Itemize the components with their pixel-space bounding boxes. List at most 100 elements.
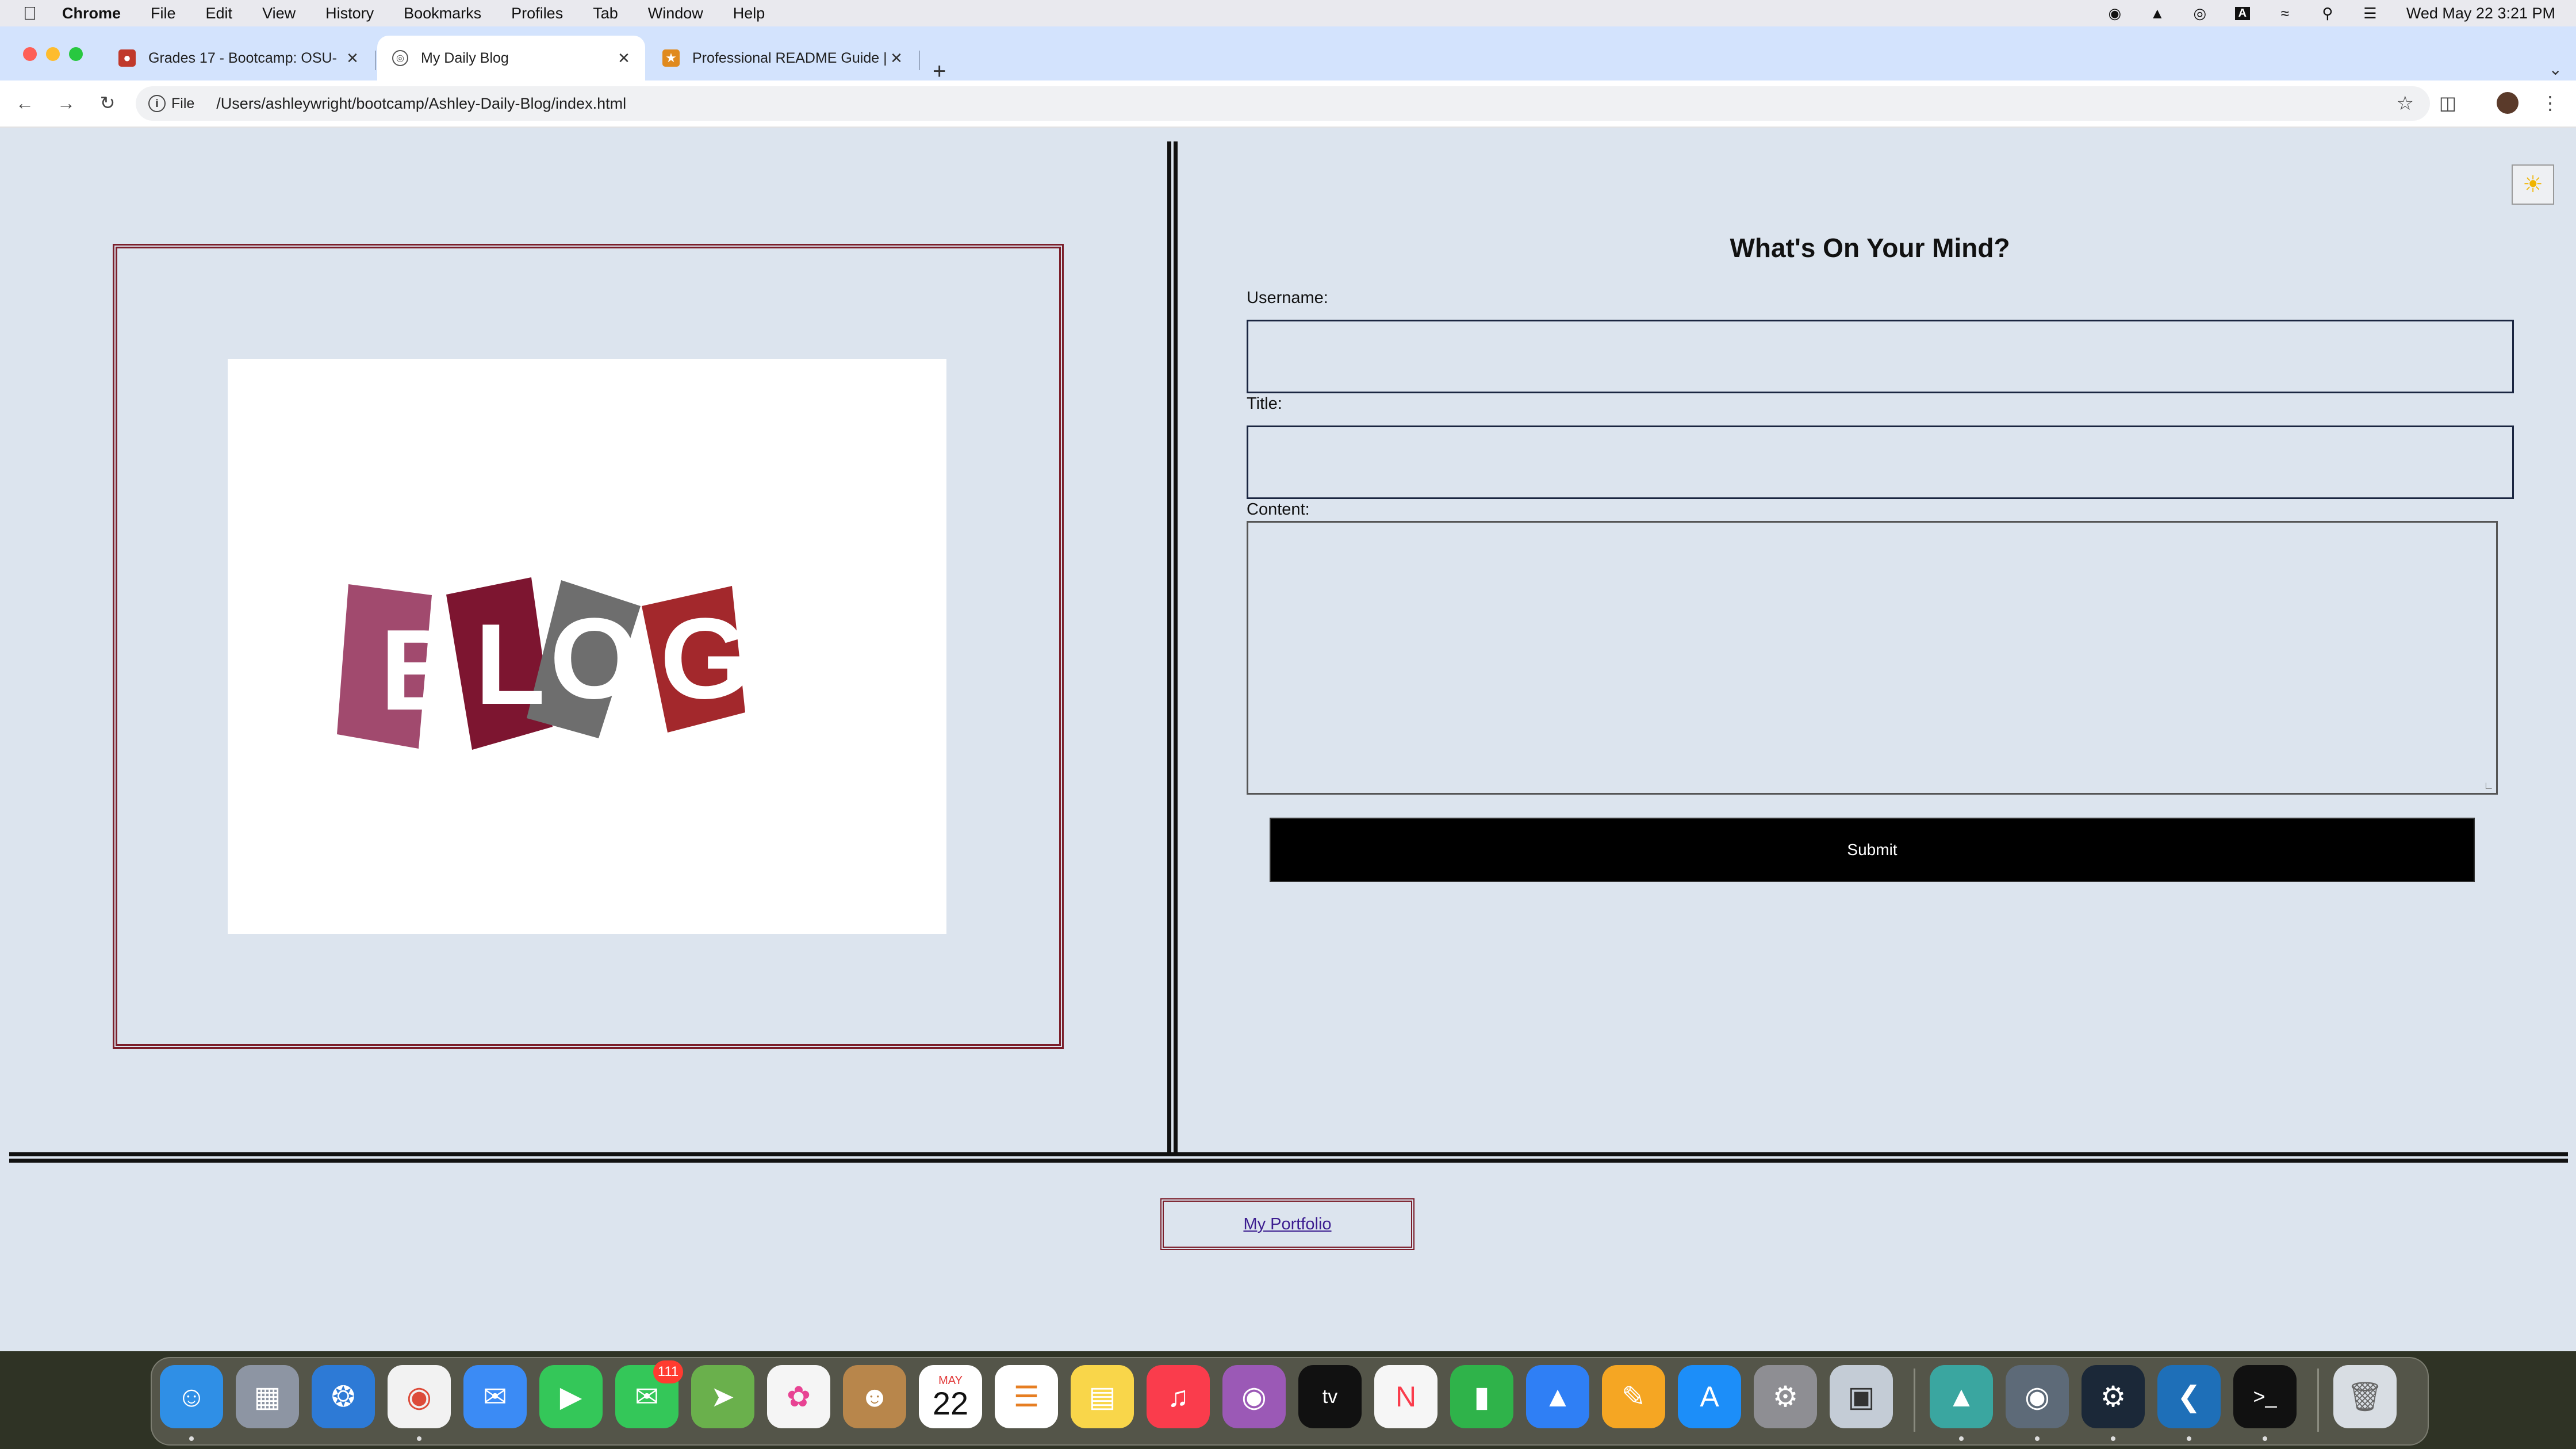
- calendar-day: 22: [932, 1385, 969, 1421]
- blog-logo-graphic: B L O G: [337, 577, 750, 750]
- sync-status-icon[interactable]: ◎: [2190, 5, 2210, 22]
- messages-icon[interactable]: ✉ 111: [615, 1360, 683, 1428]
- menu-file[interactable]: File: [151, 5, 176, 22]
- info-icon: i: [148, 95, 166, 112]
- trash-icon[interactable]: 🗑: [2333, 1365, 2397, 1428]
- finder-icon[interactable]: ☺: [160, 1365, 223, 1428]
- profile-avatar[interactable]: [2493, 89, 2522, 117]
- forward-arrow-icon[interactable]: →: [52, 89, 80, 117]
- logo-letter-g: G: [660, 595, 750, 723]
- reload-icon[interactable]: ↻: [93, 89, 122, 117]
- portfolio-link[interactable]: My Portfolio: [1243, 1215, 1331, 1234]
- calendar-icon[interactable]: MAY 22: [919, 1365, 982, 1428]
- photos-icon[interactable]: ✿: [767, 1365, 830, 1428]
- extensions-puzzle-icon[interactable]: ◫: [2433, 89, 2462, 117]
- facetime-icon[interactable]: ▶: [539, 1365, 603, 1428]
- music-icon[interactable]: ♫: [1147, 1365, 1210, 1428]
- username-input[interactable]: [1247, 320, 2514, 393]
- vpn-status-icon[interactable]: ▲: [2148, 5, 2167, 22]
- news-icon[interactable]: N: [1374, 1365, 1438, 1428]
- resize-grip-icon[interactable]: ∟: [2483, 780, 2494, 792]
- mail-icon[interactable]: ✉: [463, 1365, 527, 1428]
- tab-label: Professional README Guide |: [692, 49, 887, 66]
- theme-toggle-button[interactable]: ☀: [2512, 164, 2554, 205]
- apple-tv-icon[interactable]: tv: [1298, 1365, 1362, 1428]
- messages-badge: 111: [653, 1360, 683, 1383]
- tab-search-chevron-icon[interactable]: ⌄: [2549, 60, 2562, 79]
- chrome-icon[interactable]: ◉: [388, 1365, 451, 1428]
- bookmark-star-icon[interactable]: ☆: [2397, 92, 2414, 115]
- spotlight-search-icon[interactable]: ⚲: [2318, 5, 2337, 22]
- menubar-clock[interactable]: Wed May 22 3:21 PM: [2406, 5, 2555, 22]
- menu-window[interactable]: Window: [648, 5, 703, 22]
- mountain-app-icon[interactable]: ▲: [1930, 1365, 1993, 1428]
- web-page: B L O G ☀ What's On Your Mind? Username:…: [0, 128, 2576, 1351]
- close-icon[interactable]: ✕: [344, 49, 361, 67]
- contacts-icon[interactable]: ☻: [843, 1365, 906, 1428]
- cyberduck-icon[interactable]: ◉: [2006, 1365, 2069, 1428]
- horizontal-divider: [9, 1152, 2568, 1163]
- keyboard-input-icon[interactable]: A: [2233, 5, 2252, 22]
- back-arrow-icon[interactable]: ←: [10, 89, 39, 117]
- vscode-icon[interactable]: ❮: [2157, 1365, 2221, 1428]
- record-status-icon[interactable]: ◉: [2105, 5, 2125, 22]
- close-icon[interactable]: ✕: [615, 49, 632, 67]
- podcasts-icon[interactable]: ◉: [1222, 1365, 1286, 1428]
- menu-help[interactable]: Help: [733, 5, 765, 22]
- browser-tab-strip: ● Grades 17 - Bootcamp: OSU- ✕ ◎ My Dail…: [0, 26, 2576, 84]
- menu-bookmarks[interactable]: Bookmarks: [404, 5, 481, 22]
- menu-app-name[interactable]: Chrome: [62, 5, 121, 22]
- running-indicator: [2111, 1436, 2115, 1441]
- title-label: Title:: [1247, 394, 1282, 413]
- preview-icon[interactable]: ▣: [1830, 1365, 1893, 1428]
- menu-edit[interactable]: Edit: [206, 5, 233, 22]
- pages-icon[interactable]: ✎: [1602, 1365, 1665, 1428]
- close-icon[interactable]: ✕: [888, 49, 905, 67]
- numbers-icon[interactable]: ▮: [1450, 1365, 1513, 1428]
- notes-icon[interactable]: ▤: [1071, 1365, 1134, 1428]
- content-textarea[interactable]: ∟: [1247, 521, 2498, 795]
- tv-label: tv: [1322, 1385, 1338, 1408]
- form-title: What's On Your Mind?: [1730, 233, 2010, 263]
- macos-dock: ☺ ▦ ❂ ◉ ✉ ▶ ✉ 111 ➤ ✿ ☻ MAY 22 ☰ ▤ ♫ ◉ t…: [151, 1357, 2429, 1446]
- menu-view[interactable]: View: [262, 5, 296, 22]
- address-bar[interactable]: i File /Users/ashleywright/bootcamp/Ashl…: [136, 86, 2430, 121]
- window-minimize-button[interactable]: [46, 47, 60, 61]
- window-close-button[interactable]: [23, 47, 37, 61]
- running-indicator: [2263, 1436, 2267, 1441]
- app-store-icon[interactable]: A: [1678, 1365, 1741, 1428]
- submit-button[interactable]: Submit: [1270, 818, 2475, 882]
- steam-icon[interactable]: ⚙: [2082, 1365, 2145, 1428]
- menu-history[interactable]: History: [325, 5, 374, 22]
- reminders-icon[interactable]: ☰: [995, 1365, 1058, 1428]
- apple-menu-icon[interactable]: : [23, 3, 40, 24]
- terminal-icon[interactable]: >_: [2233, 1365, 2297, 1428]
- maps-icon[interactable]: ➤: [691, 1365, 754, 1428]
- control-center-icon[interactable]: ☰: [2360, 5, 2380, 22]
- running-indicator: [2035, 1436, 2040, 1441]
- tab-grades[interactable]: ● Grades 17 - Bootcamp: OSU- ✕: [103, 36, 374, 80]
- wifi-icon[interactable]: ≈: [2275, 5, 2295, 22]
- vertical-divider: [1167, 141, 1178, 1153]
- security-chip-label: File: [171, 95, 195, 112]
- safari-icon[interactable]: ❂: [312, 1365, 375, 1428]
- site-info-chip[interactable]: i File: [148, 95, 194, 112]
- tab-label: Grades 17 - Bootcamp: OSU-: [148, 49, 337, 66]
- browser-toolbar: ← → ↻ i File /Users/ashleywright/bootcam…: [0, 80, 2576, 128]
- launchpad-icon[interactable]: ▦: [236, 1365, 299, 1428]
- more-menu-icon[interactable]: ⋮: [2536, 89, 2564, 117]
- logo-letter-o: O: [550, 595, 639, 723]
- dock-separator: [1914, 1368, 1915, 1432]
- tab-readme-guide[interactable]: ★ Professional README Guide | ✕: [647, 36, 918, 80]
- running-indicator: [2187, 1436, 2191, 1441]
- menu-profiles[interactable]: Profiles: [511, 5, 563, 22]
- tab-label: My Daily Blog: [421, 49, 509, 66]
- url-text[interactable]: /Users/ashleywright/bootcamp/Ashley-Dail…: [216, 95, 626, 113]
- tab-my-daily-blog[interactable]: ◎ My Daily Blog ✕: [377, 36, 645, 80]
- window-zoom-button[interactable]: [69, 47, 83, 61]
- menu-tab[interactable]: Tab: [593, 5, 618, 22]
- macos-menu-bar:  Chrome File Edit View History Bookmark…: [0, 0, 2576, 26]
- title-input[interactable]: [1247, 425, 2514, 499]
- system-settings-icon[interactable]: ⚙: [1754, 1365, 1817, 1428]
- keynote-icon[interactable]: ▲: [1526, 1365, 1589, 1428]
